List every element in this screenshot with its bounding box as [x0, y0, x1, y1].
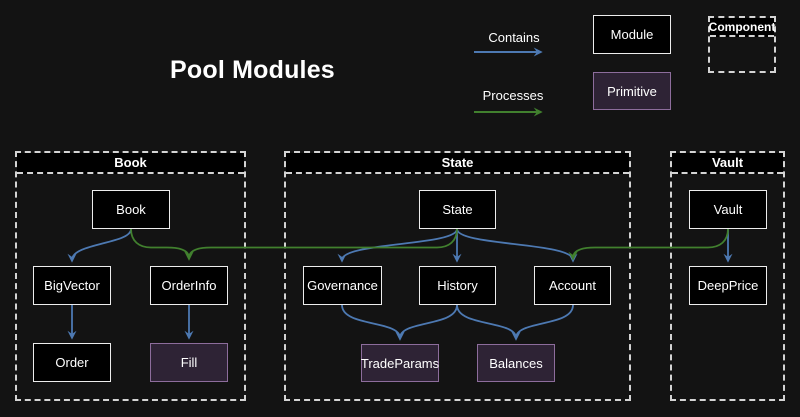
legend-primitive-box: Primitive	[593, 72, 671, 110]
page-title: Pool Modules	[170, 56, 335, 85]
node-governance: Governance	[303, 266, 382, 305]
node-history: History	[419, 266, 496, 305]
node-order: Order	[33, 343, 111, 382]
container-state-title: State	[286, 153, 629, 174]
node-balances: Balances	[477, 344, 555, 382]
node-fill: Fill	[150, 343, 228, 382]
node-deepprice: DeepPrice	[689, 266, 767, 305]
node-vault: Vault	[689, 190, 767, 229]
node-book: Book	[92, 190, 170, 229]
legend-component-box: Component	[708, 16, 776, 73]
node-account: Account	[534, 266, 611, 305]
pool-modules-diagram: Pool Modules Book State Vault	[0, 0, 800, 417]
legend-component-label: Component	[710, 18, 774, 37]
node-state: State	[419, 190, 496, 229]
node-tradeparams: TradeParams	[361, 344, 439, 382]
legend-contains-label: Contains	[475, 30, 553, 45]
container-book-title: Book	[17, 153, 244, 174]
node-orderinfo: OrderInfo	[150, 266, 228, 305]
legend-processes-label: Processes	[474, 88, 552, 103]
legend-module-box: Module	[593, 15, 671, 54]
container-vault-title: Vault	[672, 153, 783, 174]
node-bigvector: BigVector	[33, 266, 111, 305]
